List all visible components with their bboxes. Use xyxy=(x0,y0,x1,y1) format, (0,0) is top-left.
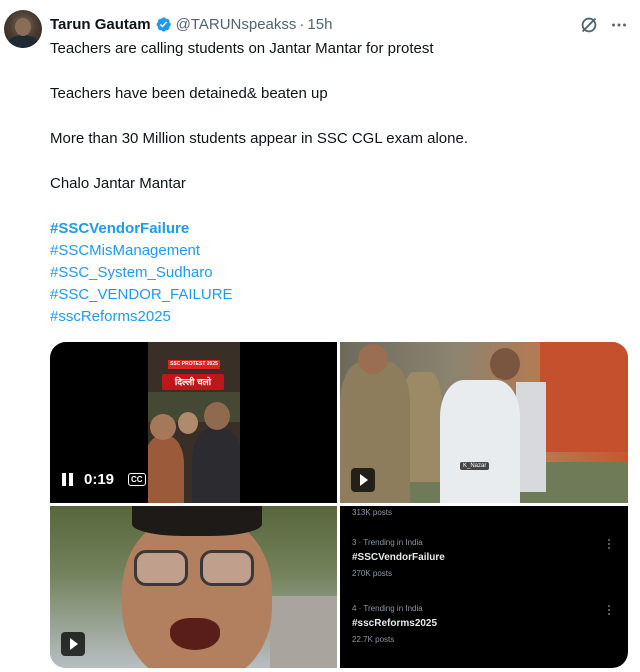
video-controls: 0:19 CC xyxy=(62,469,146,489)
trend-hashtag: #SSCVendorFailure xyxy=(352,552,445,563)
tweet-text-line: Teachers have been detained& beaten up xyxy=(50,85,328,102)
hashtag-link[interactable]: #SSC_System_Sudharo xyxy=(50,264,213,281)
avatar-face xyxy=(15,18,31,36)
tweet-text-line: Teachers are calling students on Jantar … xyxy=(50,40,434,57)
trend-count: 22.7K posts xyxy=(352,635,395,644)
hashtag-link[interactable]: #SSCMisManagement xyxy=(50,242,200,259)
video-frame: SSC PROTEST 2025 दिल्ली चलो xyxy=(148,342,240,503)
glasses-shape xyxy=(200,550,254,586)
person-shape xyxy=(204,402,230,430)
trend-meta: 4 · Trending in India xyxy=(352,604,423,613)
media-grid: SSC PROTEST 2025 दिल्ली चलो 0:19 CC K_Na… xyxy=(50,342,628,668)
avatar-body xyxy=(8,35,38,48)
tweet: Tarun Gautam @TARUNspeakss · 15h Teacher… xyxy=(0,0,640,672)
video-banner-top: SSC PROTEST 2025 xyxy=(168,360,220,369)
red-door xyxy=(540,342,628,452)
crowd-shape xyxy=(270,596,337,668)
play-icon[interactable] xyxy=(61,632,85,656)
tweet-text-line: More than 30 Million students appear in … xyxy=(50,130,469,147)
hashtag-link[interactable]: #SSC_VENDOR_FAILURE xyxy=(50,286,233,303)
video-banner-main: दिल्ली चलो xyxy=(162,374,224,390)
trend-top-count: 313K posts xyxy=(352,508,393,517)
play-icon[interactable] xyxy=(351,468,375,492)
person-shape xyxy=(490,348,520,380)
media-clip[interactable]: K_Nazar xyxy=(340,342,628,503)
mouth-shape xyxy=(170,618,220,650)
tweet-timestamp[interactable]: 15h xyxy=(307,16,332,33)
person-shape xyxy=(148,436,184,503)
person-shape xyxy=(192,428,240,503)
avatar[interactable] xyxy=(4,10,42,48)
tweet-header: Tarun Gautam @TARUNspeakss · 15h xyxy=(50,14,332,34)
hashtag-link[interactable]: #sscReforms2025 xyxy=(50,308,171,325)
person-shape xyxy=(516,382,546,492)
verified-badge-icon xyxy=(156,16,171,32)
clip-watermark: K_Nazar xyxy=(460,462,490,470)
trend-more-icon xyxy=(608,539,611,550)
video-player[interactable]: SSC PROTEST 2025 दिल्ली चलो 0:19 CC xyxy=(50,342,337,503)
media-selfie-video[interactable] xyxy=(50,506,337,668)
trending-screenshot[interactable]: 313K posts 3 · Trending in India #SSCVen… xyxy=(340,506,628,668)
pause-icon[interactable] xyxy=(62,472,74,486)
trend-meta: 3 · Trending in India xyxy=(352,538,423,547)
trend-hashtag: #sscReforms2025 xyxy=(352,618,438,629)
person-shape xyxy=(440,380,520,503)
grok-icon[interactable] xyxy=(578,14,600,36)
trend-more-icon xyxy=(608,605,611,616)
header-separator: · xyxy=(299,15,305,33)
author-name[interactable]: Tarun Gautam xyxy=(50,16,151,33)
tweet-text-line: Chalo Jantar Mantar xyxy=(50,175,186,192)
glasses-shape xyxy=(134,550,188,586)
person-shape xyxy=(150,414,176,440)
video-duration: 0:19 xyxy=(84,470,115,488)
person-shape xyxy=(178,412,198,434)
author-handle[interactable]: @TARUNspeakss xyxy=(176,16,297,33)
trend-count: 270K posts xyxy=(352,569,393,578)
hair-shape xyxy=(132,506,262,536)
person-shape xyxy=(358,344,388,374)
more-options-icon[interactable] xyxy=(608,14,630,36)
captions-icon[interactable]: CC xyxy=(128,472,146,486)
hashtag-link[interactable]: #SSCVendorFailure xyxy=(50,220,189,237)
